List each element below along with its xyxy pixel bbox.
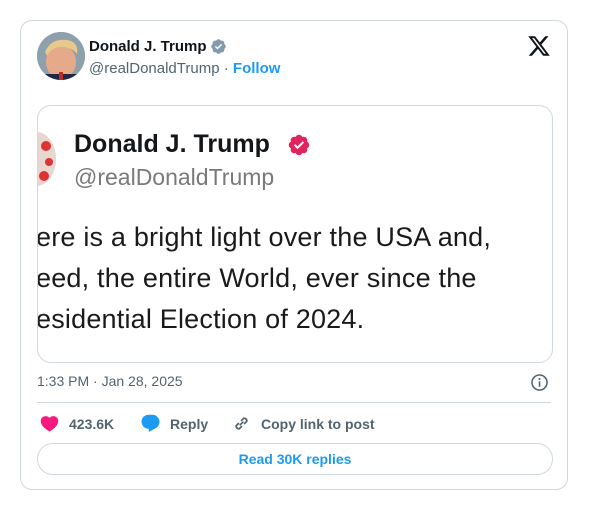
heart-icon xyxy=(40,416,59,432)
reply-button[interactable]: Reply xyxy=(140,413,208,434)
author-avatar[interactable] xyxy=(37,32,85,80)
embedded-text-line: esidential Election of 2024. xyxy=(37,304,365,334)
info-icon[interactable] xyxy=(530,373,549,392)
copy-link-label: Copy link to post xyxy=(261,415,375,432)
verified-icon xyxy=(211,39,226,54)
embedded-author-handle: @realDonaldTrump xyxy=(74,164,275,190)
post-date: Jan 28, 2025 xyxy=(101,373,183,389)
embedded-avatar xyxy=(38,132,56,186)
author-handle-line: @realDonaldTrump · Follow xyxy=(89,60,280,77)
reply-bubble-icon xyxy=(141,414,160,432)
embedded-text-line: eed, the entire World, ever since the xyxy=(37,263,477,293)
copy-link-button[interactable]: Copy link to post xyxy=(231,413,375,434)
like-count: 423.6K xyxy=(69,415,115,432)
verified-icon xyxy=(288,134,310,156)
reply-label: Reply xyxy=(170,415,209,432)
embedded-tweet-card: Donald J. Trump @realDonaldTrump · Follo… xyxy=(20,20,568,490)
read-replies-button[interactable]: Read 30K replies xyxy=(37,443,553,475)
x-logo-icon[interactable] xyxy=(527,34,551,58)
post-timestamp[interactable]: 1:33 PM · Jan 28, 2025 xyxy=(37,373,183,389)
author-name[interactable]: Donald J. Trump xyxy=(89,38,207,55)
follow-link[interactable]: Follow xyxy=(233,60,281,77)
handle-separator: · xyxy=(223,60,229,77)
link-icon xyxy=(235,417,248,430)
post-time: 1:33 PM xyxy=(37,373,90,389)
embedded-author-name: Donald J. Trump xyxy=(74,130,270,158)
author-handle[interactable]: @realDonaldTrump xyxy=(89,60,220,77)
like-button[interactable]: 423.6K xyxy=(39,413,114,434)
divider xyxy=(37,402,551,403)
embedded-post-image[interactable]: Donald J. Trump @realDonaldTrump ere is … xyxy=(37,105,553,363)
embedded-text-line: ere is a bright light over the USA and, xyxy=(37,222,492,252)
timestamp-separator: · xyxy=(93,373,98,389)
